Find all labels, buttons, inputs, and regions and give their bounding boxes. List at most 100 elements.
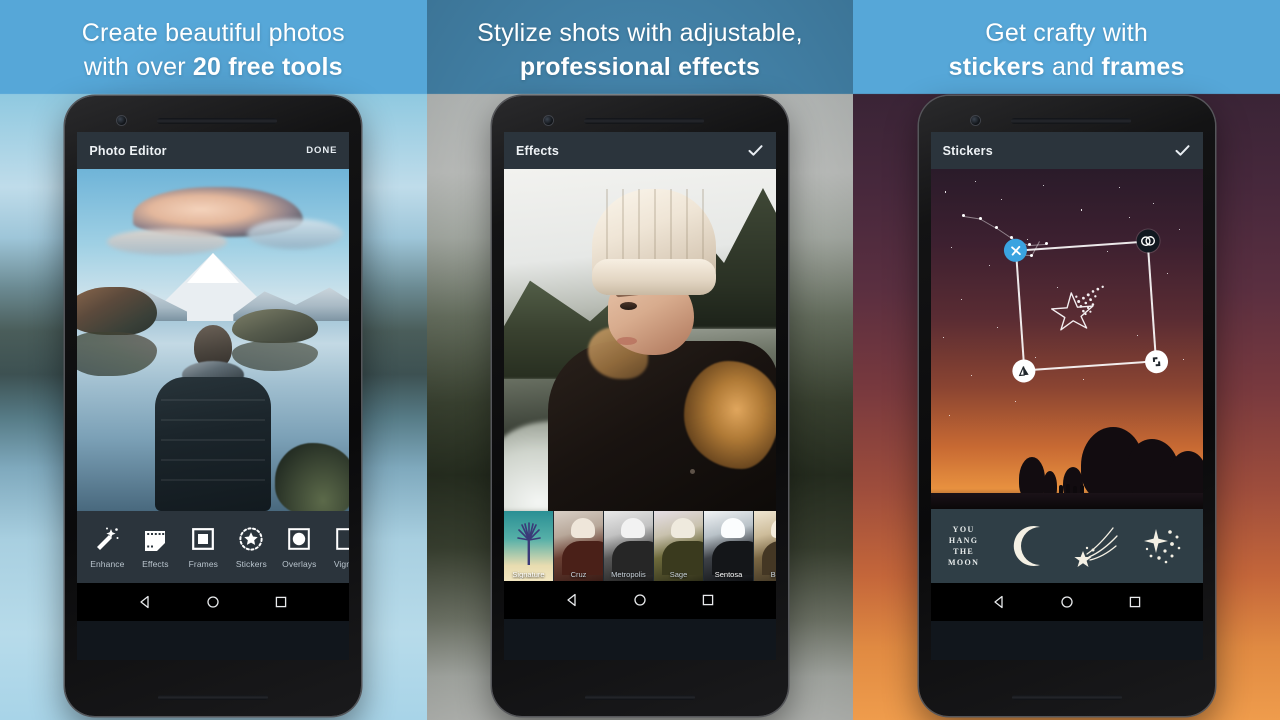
tool-label: Vignett bbox=[333, 558, 350, 569]
tool-frames[interactable]: Frames bbox=[179, 526, 227, 569]
done-button[interactable]: DONE bbox=[306, 145, 337, 156]
sticker-item-sparkles[interactable] bbox=[1129, 509, 1195, 583]
phone-screen-3: Stickers YOU HANG THE MOON bbox=[930, 132, 1203, 660]
sticker-tray[interactable]: YOU HANG THE MOON bbox=[930, 509, 1203, 583]
app-bar-effects: Effects bbox=[503, 132, 776, 169]
android-nav-bar-1[interactable] bbox=[77, 583, 350, 621]
opacity-circles-icon bbox=[1140, 236, 1155, 246]
home-circle-icon[interactable] bbox=[206, 595, 220, 609]
flip-triangle-icon bbox=[1018, 366, 1029, 377]
earpiece-speaker bbox=[1010, 118, 1131, 124]
cloud-right bbox=[247, 219, 344, 249]
crescent-moon-sticker bbox=[1013, 526, 1040, 566]
sticker-item-moon[interactable] bbox=[997, 509, 1063, 583]
sticker-opacity-handle[interactable] bbox=[1135, 228, 1161, 254]
android-nav-bar-3[interactable] bbox=[930, 583, 1203, 621]
recents-square-icon[interactable] bbox=[701, 593, 715, 607]
back-triangle-icon[interactable] bbox=[992, 595, 1006, 609]
filter-label: Boar bbox=[770, 570, 776, 579]
tool-label: Stickers bbox=[235, 558, 267, 569]
checkmark-confirm-button[interactable] bbox=[1174, 142, 1191, 159]
tool-vignette[interactable]: Vignett bbox=[323, 526, 350, 569]
filter-cruz[interactable]: Cruz bbox=[553, 511, 604, 581]
app-bar-title: Effects bbox=[515, 143, 560, 158]
square-frame-icon bbox=[192, 527, 215, 550]
foreground-bush bbox=[275, 443, 350, 511]
editor-toolbar[interactable]: Enhance Effects Frames Stickers Overlays… bbox=[77, 511, 350, 583]
earpiece-speaker bbox=[583, 118, 704, 124]
filter-signature[interactable]: Signature bbox=[503, 511, 554, 581]
panel-effects: Stylize shots with adjustable, professio… bbox=[426, 0, 854, 720]
cloud-left bbox=[107, 229, 228, 255]
front-camera-icon bbox=[117, 116, 127, 125]
home-circle-icon[interactable] bbox=[633, 593, 647, 607]
phone-screen-2: Effects Signature Cruz Metropolis Sage S… bbox=[503, 132, 776, 660]
bottom-speaker bbox=[158, 695, 269, 700]
android-nav-bar-2[interactable] bbox=[503, 581, 776, 619]
filter-label: Cruz bbox=[570, 570, 587, 579]
sticker-resize-handle[interactable] bbox=[1143, 349, 1169, 374]
effects-filter-strip[interactable]: Signature Cruz Metropolis Sage Sentosa B bbox=[503, 511, 776, 581]
front-camera-icon bbox=[543, 116, 553, 125]
subject-lips bbox=[616, 337, 637, 345]
filter-label: Sentosa bbox=[714, 570, 743, 579]
person-silhouette bbox=[154, 325, 272, 511]
panel-stickers: Get crafty with stickers and frames Stic… bbox=[853, 0, 1280, 720]
circle-in-square-icon bbox=[288, 527, 311, 550]
tool-effects[interactable]: Effects bbox=[131, 526, 179, 569]
tool-label: Frames bbox=[188, 558, 219, 569]
film-strip-icon bbox=[145, 530, 166, 551]
tool-overlays[interactable]: Overlays bbox=[275, 526, 323, 569]
person-jacket bbox=[155, 377, 272, 511]
home-circle-icon[interactable] bbox=[1060, 595, 1074, 609]
tool-label: Effects bbox=[142, 558, 169, 569]
app-bar-photo-editor: Photo Editor DONE bbox=[77, 132, 350, 169]
tool-label: Overlays bbox=[282, 558, 317, 569]
app-bar-title: Photo Editor bbox=[89, 143, 167, 158]
beanie-brim bbox=[591, 259, 716, 295]
sparkle-stars-sticker bbox=[1143, 529, 1180, 564]
tool-enhance[interactable]: Enhance bbox=[83, 526, 131, 569]
sticker-selection-box[interactable] bbox=[1002, 228, 1169, 384]
tool-stickers[interactable]: Stickers bbox=[227, 526, 275, 569]
phone-mockup-3: Stickers YOU HANG THE MOON bbox=[918, 96, 1215, 716]
close-x-icon bbox=[1010, 245, 1020, 256]
dashed-star-icon bbox=[239, 526, 263, 551]
sticker-label-you-hang-the-moon: YOU HANG THE MOON bbox=[947, 525, 980, 567]
front-camera-icon bbox=[970, 116, 980, 125]
sticker-item-text[interactable]: YOU HANG THE MOON bbox=[931, 509, 997, 583]
palm-tree-graphic bbox=[517, 522, 541, 565]
filter-boardwalk[interactable]: Boar bbox=[753, 511, 776, 581]
shooting-star-sticker bbox=[1074, 527, 1118, 567]
edited-photo-night-sky bbox=[930, 169, 1203, 509]
coat-button bbox=[689, 469, 695, 474]
phone-mockup-1: Photo Editor DONE Enhance Effects Frames… bbox=[65, 96, 362, 716]
photo-canvas-2[interactable] bbox=[503, 169, 776, 511]
phone-mockup-2: Effects Signature Cruz Metropolis Sage S… bbox=[491, 96, 788, 716]
photo-canvas-1[interactable] bbox=[77, 169, 350, 511]
edited-photo-portrait bbox=[503, 169, 776, 511]
filter-sage[interactable]: Sage bbox=[653, 511, 704, 581]
checkmark-confirm-button[interactable] bbox=[747, 142, 764, 159]
filter-sentosa[interactable]: Sentosa bbox=[703, 511, 754, 581]
app-bar-title: Stickers bbox=[942, 143, 993, 158]
recents-square-icon[interactable] bbox=[1128, 595, 1142, 609]
filter-metropolis[interactable]: Metropolis bbox=[603, 511, 654, 581]
shooting-star-sticker[interactable] bbox=[1041, 277, 1113, 346]
photo-canvas-3[interactable] bbox=[930, 169, 1203, 509]
vignette-corners-icon bbox=[336, 527, 350, 550]
sticker-delete-handle[interactable] bbox=[1002, 238, 1028, 263]
recents-square-icon[interactable] bbox=[274, 595, 288, 609]
rock-left bbox=[77, 287, 158, 335]
resize-rotate-icon bbox=[1152, 357, 1161, 367]
sticker-item-shooting-star[interactable] bbox=[1063, 509, 1129, 583]
filter-label: Sage bbox=[669, 570, 688, 579]
back-triangle-icon[interactable] bbox=[138, 595, 152, 609]
back-triangle-icon[interactable] bbox=[565, 593, 579, 607]
bottom-speaker bbox=[584, 695, 695, 700]
subject-eye bbox=[619, 302, 637, 310]
edited-photo-lake-mountain bbox=[77, 169, 350, 511]
sticker-flip-handle[interactable] bbox=[1011, 358, 1036, 384]
screenshot-gallery: Create beautiful photos with over 20 fre… bbox=[0, 0, 1280, 720]
filter-label: Metropolis bbox=[611, 570, 646, 579]
